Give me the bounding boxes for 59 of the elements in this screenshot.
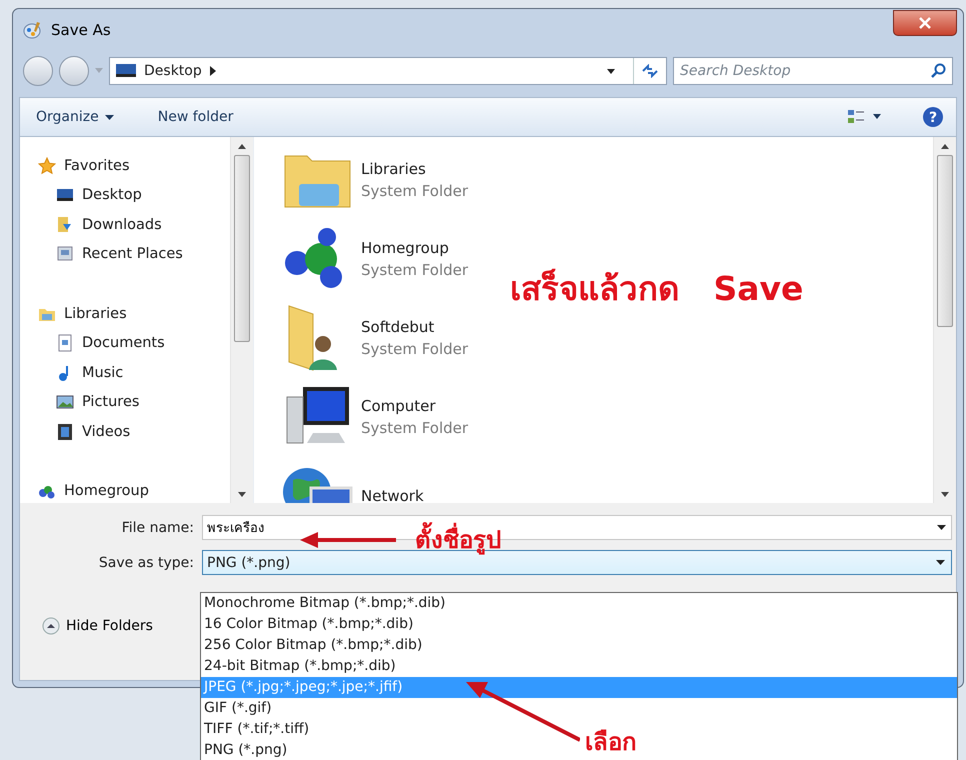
paint-icon: [23, 21, 43, 39]
view-options-icon[interactable]: [848, 109, 882, 125]
window-title: Save As: [51, 21, 111, 39]
forward-button[interactable]: [59, 56, 89, 86]
scrollbar[interactable]: [933, 137, 956, 503]
star-icon: [38, 156, 56, 175]
close-icon: [918, 17, 932, 29]
scroll-down-icon[interactable]: [941, 492, 949, 497]
scroll-up-icon[interactable]: [941, 144, 949, 149]
field-label: Save as type:: [98, 554, 194, 570]
nav-item[interactable]: Pictures: [38, 388, 230, 417]
annotation-text: เลือก: [585, 727, 637, 758]
nav-item[interactable]: Videos: [38, 417, 230, 446]
folder-item[interactable]: Softdebut System Folder: [283, 303, 468, 372]
dropdown-icon[interactable]: [937, 525, 946, 530]
close-button[interactable]: [893, 10, 957, 36]
nav-item[interactable]: Music: [38, 358, 230, 388]
scroll-down-icon[interactable]: [238, 492, 246, 497]
nav-group[interactable]: Libraries: [38, 299, 230, 328]
dropdown-icon: [936, 560, 945, 565]
nav-group[interactable]: Homegroup: [38, 476, 230, 503]
collapse-icon: [42, 617, 60, 635]
back-button[interactable]: [23, 56, 53, 86]
toolbar-button[interactable]: New folder: [154, 107, 238, 127]
refresh-icon: [641, 64, 659, 78]
nav-item[interactable]: Documents: [38, 328, 230, 358]
list-option[interactable]: 24-bit Bitmap (*.bmp;*.dib): [201, 656, 957, 677]
address-bar[interactable]: Desktop: [109, 57, 667, 85]
hide-folders-button[interactable]: Hide Folders: [40, 615, 155, 637]
caret-icon: [95, 68, 103, 74]
picture-icon: [56, 393, 74, 412]
search-field[interactable]: Search Desktop: [673, 57, 953, 85]
nav-item[interactable]: Desktop: [38, 180, 230, 210]
nav-group[interactable]: Favorites: [38, 151, 230, 180]
field-label: File name:: [120, 520, 194, 536]
list-option[interactable]: 256 Color Bitmap (*.bmp;*.dib): [201, 635, 957, 656]
list-option[interactable]: GIF (*.gif): [201, 698, 957, 719]
folder-item[interactable]: Computer System Folder: [283, 382, 468, 451]
recent-places-icon: [56, 245, 74, 264]
film-icon: [56, 422, 74, 441]
nav-item[interactable]: Downloads: [38, 210, 230, 240]
scrollbar[interactable]: [230, 137, 253, 503]
list-option[interactable]: Monochrome Bitmap (*.bmp;*.dib): [201, 593, 957, 614]
folder-item[interactable]: Libraries System Folder: [283, 145, 468, 214]
search-icon: [931, 63, 947, 79]
nav-item[interactable]: Recent Places: [38, 240, 230, 269]
toolbar-button[interactable]: Organize: [32, 107, 118, 127]
annotation-text: เสร็จแล้วกด Save: [510, 268, 804, 310]
list-option[interactable]: 16 Color Bitmap (*.bmp;*.dib): [201, 614, 957, 635]
caret-icon: [104, 114, 114, 120]
download-icon: [56, 216, 74, 234]
folder-item[interactable]: Homegroup System Folder: [283, 224, 468, 293]
document-icon: [56, 334, 74, 352]
help-icon[interactable]: ?: [922, 106, 944, 128]
dropdown-icon[interactable]: [607, 68, 615, 74]
chevron-icon: [210, 66, 216, 76]
scroll-up-icon[interactable]: [238, 144, 246, 149]
address-path: Desktop: [144, 63, 202, 79]
monitor-icon: [116, 63, 136, 79]
